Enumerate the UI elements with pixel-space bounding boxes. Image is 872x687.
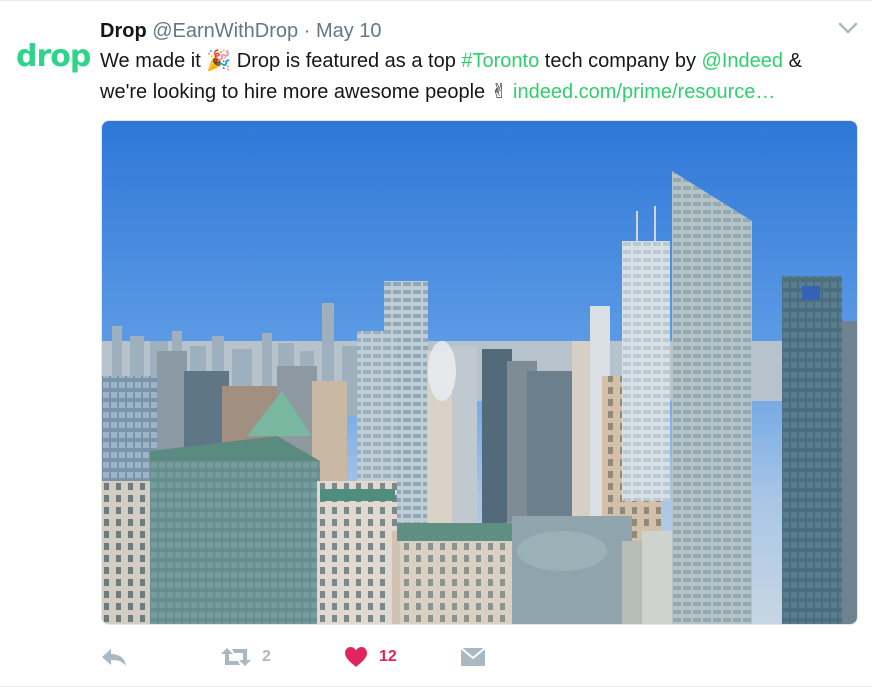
reply-icon	[102, 649, 126, 666]
tweet-actions: 2 12	[100, 641, 600, 673]
heart-icon	[345, 647, 367, 667]
header-separator: ·	[303, 20, 311, 42]
author-fullname[interactable]: Drop	[100, 20, 147, 42]
like-button[interactable]: 12	[343, 641, 397, 673]
envelope-icon	[460, 647, 486, 666]
tweet-media-photo[interactable]	[101, 120, 858, 625]
tweet-text-part: We made it	[100, 50, 207, 72]
direct-message-button[interactable]	[460, 641, 486, 673]
like-count: 12	[379, 648, 397, 665]
tweet[interactable]: drop Drop @EarnWithDrop · May 10 We made…	[0, 0, 872, 687]
tweet-timestamp[interactable]: May 10	[316, 20, 382, 42]
victory-hand-icon: ✌	[490, 79, 508, 103]
tweet-text-part: Drop is featured as a top	[231, 50, 462, 72]
party-popper-icon: 🎉	[206, 48, 232, 72]
hashtag-link[interactable]: #Toronto	[461, 50, 539, 72]
url-link[interactable]: indeed.com/prime/resource…	[513, 81, 775, 103]
tweet-text: We made it 🎉 Drop is featured as a top #…	[100, 45, 850, 107]
author-username[interactable]: @EarnWithDrop	[152, 20, 298, 42]
retweet-button[interactable]: 2	[220, 641, 271, 673]
tweet-text-part: tech company by	[539, 50, 702, 72]
tweet-header: Drop @EarnWithDrop · May 10	[100, 18, 382, 44]
retweet-icon	[221, 648, 251, 666]
chevron-down-icon[interactable]	[838, 21, 858, 35]
reply-button[interactable]	[100, 641, 128, 673]
avatar-logo[interactable]: drop	[16, 39, 91, 75]
city-skyline-image	[102, 121, 857, 624]
retweet-count: 2	[262, 648, 271, 665]
mention-link[interactable]: @Indeed	[702, 50, 783, 72]
